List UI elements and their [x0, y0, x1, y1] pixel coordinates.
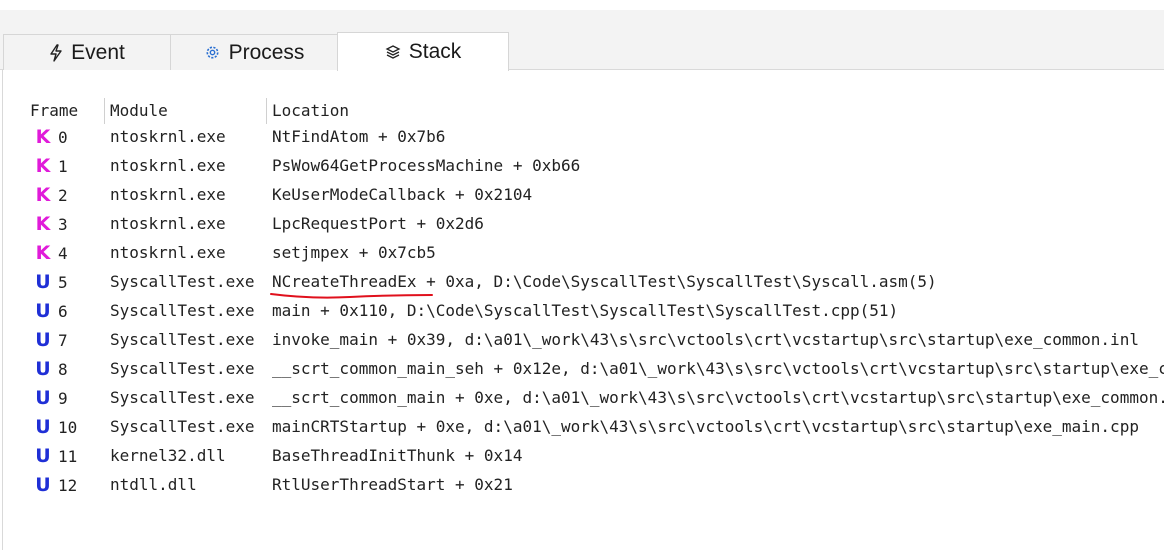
- module-cell: ntoskrnl.exe: [110, 214, 226, 233]
- user-mode-icon: U: [35, 416, 51, 438]
- tab-label: Stack: [408, 40, 462, 63]
- module-cell: SyscallTest.exe: [110, 359, 255, 378]
- module-cell: kernel32.dll: [110, 446, 226, 465]
- module-cell: SyscallTest.exe: [110, 417, 255, 436]
- user-mode-icon: U: [35, 358, 51, 380]
- module-cell: ntoskrnl.exe: [110, 243, 226, 262]
- frame-index: 10: [58, 418, 78, 437]
- frame-cell: U8: [30, 356, 106, 383]
- location-cell: NtFindAtom + 0x7b6: [272, 127, 446, 146]
- frame-cell: K4: [30, 240, 106, 267]
- kernel-mode-icon: K: [35, 126, 51, 148]
- location-cell: setjmpex + 0x7cb5: [272, 243, 436, 262]
- location-cell: __scrt_common_main_seh + 0x12e, d:\a01\_…: [272, 359, 1164, 378]
- frame-index: 3: [58, 215, 68, 234]
- user-mode-icon: U: [35, 300, 51, 322]
- frame-cell: U5: [30, 269, 106, 296]
- frame-cell: K3: [30, 211, 106, 238]
- frame-cell: U7: [30, 327, 106, 354]
- user-mode-icon: U: [35, 271, 51, 293]
- user-mode-icon: U: [35, 474, 51, 496]
- column-header-frame[interactable]: Frame: [30, 98, 106, 124]
- column-header-location[interactable]: Location: [266, 98, 349, 124]
- user-mode-icon: U: [35, 445, 51, 467]
- tab-stack[interactable]: Stack: [337, 32, 509, 71]
- location-cell: RtlUserThreadStart + 0x21: [272, 475, 513, 494]
- frame-cell: K0: [30, 124, 106, 151]
- kernel-mode-icon: K: [35, 242, 51, 264]
- frame-cell: K1: [30, 153, 106, 180]
- tab-label: Event: [71, 40, 125, 64]
- module-cell: ntoskrnl.exe: [110, 185, 226, 204]
- stack-panel: Frame Module Location K 0 ntoskrnl.exe NtFi…: [2, 70, 1164, 550]
- location-cell: KeUserModeCallback + 0x2104: [272, 185, 533, 204]
- tab-bar: Event Process Stack: [0, 10, 1164, 71]
- location-cell: mainCRTStartup + 0xe, d:\a01\_work\43\s\…: [272, 417, 1139, 436]
- module-cell: SyscallTest.exe: [110, 388, 255, 407]
- module-cell: ntdll.dll: [110, 475, 197, 494]
- tab-process[interactable]: Process: [170, 34, 338, 70]
- frame-index: 11: [58, 447, 78, 466]
- location-cell: BaseThreadInitThunk + 0x14: [272, 446, 523, 465]
- kernel-mode-icon: K: [35, 184, 51, 206]
- location-cell: PsWow64GetProcessMachine + 0xb66: [272, 156, 581, 175]
- frame-index: 5: [58, 273, 68, 292]
- module-cell: ntoskrnl.exe: [110, 127, 226, 146]
- frame-index: 2: [58, 186, 68, 205]
- frame-index: 4: [58, 244, 68, 263]
- frame-index: 6: [58, 302, 68, 321]
- frame-index: 7: [58, 331, 68, 350]
- module-cell: SyscallTest.exe: [110, 272, 255, 291]
- frame-cell: U 11: [30, 443, 106, 470]
- location-cell: invoke_main + 0x39, d:\a01\_work\43\s\sr…: [272, 330, 1139, 349]
- frame-index: 1: [58, 157, 68, 176]
- frame-cell: K2: [30, 182, 106, 209]
- user-mode-icon: U: [35, 329, 51, 351]
- location-cell: LpcRequestPort + 0x2d6: [272, 214, 484, 233]
- column-header-module[interactable]: Module: [104, 98, 270, 124]
- module-cell: SyscallTest.exe: [110, 330, 255, 349]
- frame-cell: U 12: [30, 472, 106, 499]
- module-cell: SyscallTest.exe: [110, 301, 255, 320]
- gear-icon: [204, 44, 221, 61]
- frame-cell: U 10: [30, 414, 106, 441]
- frame-index: 0: [58, 128, 68, 147]
- frame-index: 8: [58, 360, 68, 379]
- module-cell: ntoskrnl.exe: [110, 156, 226, 175]
- kernel-mode-icon: K: [35, 155, 51, 177]
- frame-cell: U9: [30, 385, 106, 412]
- user-mode-icon: U: [35, 387, 51, 409]
- bolt-icon: [49, 43, 63, 62]
- tab-event[interactable]: Event: [3, 34, 171, 70]
- tab-label: Process: [228, 40, 305, 64]
- window-top: [0, 0, 1164, 10]
- frame-index: 12: [58, 476, 78, 495]
- kernel-mode-icon: K: [35, 213, 51, 235]
- frame-index: 9: [58, 389, 68, 408]
- frame-cell: U6: [30, 298, 106, 325]
- location-cell: main + 0x110, D:\Code\SyscallTest\Syscal…: [272, 301, 899, 320]
- location-cell: __scrt_common_main + 0xe, d:\a01\_work\4…: [272, 388, 1164, 407]
- layers-icon: [385, 44, 401, 60]
